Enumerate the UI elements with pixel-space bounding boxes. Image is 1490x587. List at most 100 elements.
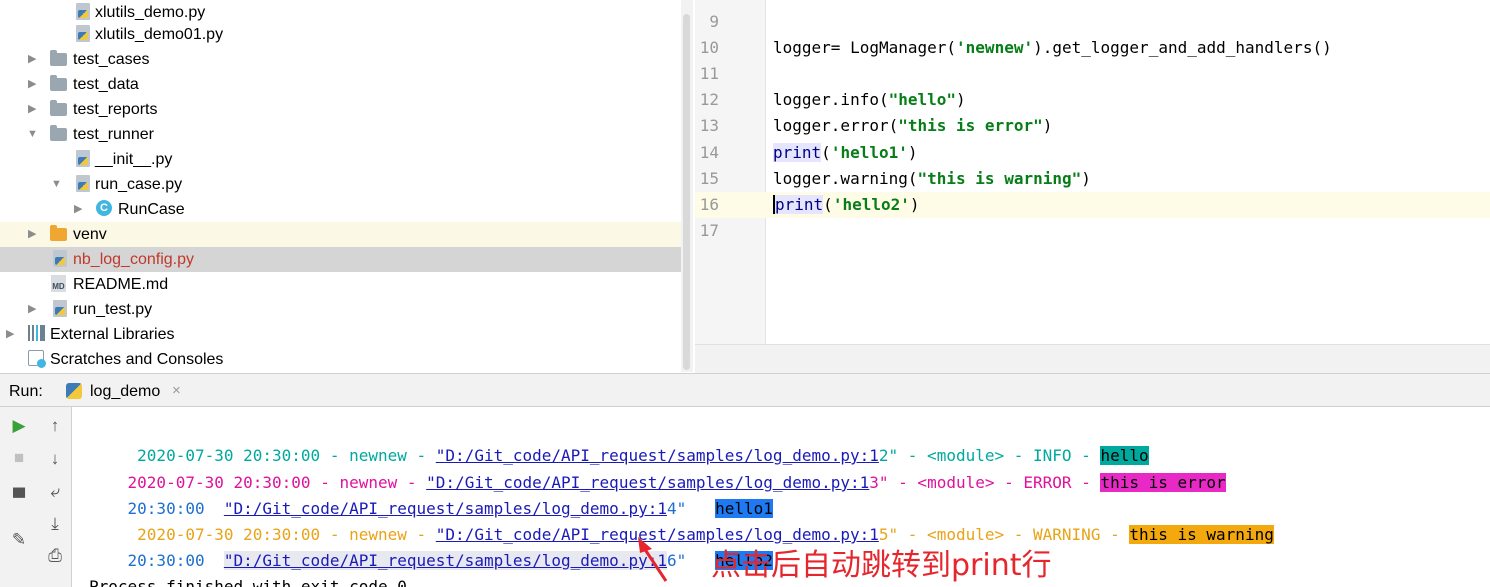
run-label: Run: — [9, 383, 43, 400]
log-message: this is error — [1100, 473, 1226, 492]
tree-item-label: run_case.py — [95, 176, 183, 193]
annotation-text: 点击后自动跳转到print行 — [711, 548, 1052, 583]
run-toolbar: ▶ ■ ▀ ✎ ↑ ↓ ⤶ ⤓ ⎙ — [0, 407, 72, 587]
code-line[interactable]: 12 logger.info("hello") — [695, 87, 1490, 113]
libraries-icon — [28, 325, 46, 343]
tree-item-label: run_test.py — [73, 301, 153, 318]
code-text: print('hello2') — [773, 195, 920, 214]
expand-arrow-icon[interactable]: ▶ — [28, 77, 40, 91]
tree-item-init[interactable]: __init__.py — [0, 147, 693, 172]
tree-item-label: External Libraries — [50, 326, 175, 343]
line-number: 10 — [699, 38, 719, 57]
rerun-icon[interactable]: ▶ — [8, 415, 30, 437]
line-number: 12 — [699, 90, 719, 109]
tree-item-label: test_runner — [73, 126, 154, 143]
expand-arrow-icon[interactable]: ▶ — [28, 52, 40, 66]
close-icon[interactable]: × — [172, 382, 181, 399]
scroll-down-icon[interactable]: ↓ — [44, 448, 66, 470]
tree-item-xlutils-demo01[interactable]: xlutils_demo01.py — [0, 22, 693, 47]
code-text: print('hello1') — [773, 143, 918, 162]
tree-item-label: xlutils_demo.py — [95, 4, 206, 21]
console-line-print: 20:30:00 "D:/Git_code/API_request/sample… — [89, 473, 773, 518]
project-tree: xlutils_demo.py xlutils_demo01.py ▶ test… — [0, 0, 693, 372]
editor-breadcrumb-bar — [695, 344, 1490, 373]
source-link-hovered[interactable]: "D:/Git_code/API_request/samples/log_dem… — [223, 551, 667, 570]
code-line[interactable]: 10 logger= LogManager('newnew').get_logg… — [695, 35, 1490, 61]
soft-wrap-icon[interactable]: ⤶ — [44, 481, 66, 503]
tree-item-test-reports[interactable]: ▶ test_reports — [0, 97, 693, 122]
folder-icon — [50, 75, 68, 93]
tree-item-readme[interactable]: MD README.md — [0, 272, 693, 297]
tree-item-label: RunCase — [118, 201, 185, 218]
tree-item-run-case[interactable]: ▼ run_case.py — [0, 172, 693, 197]
log-message: this is warning — [1129, 525, 1274, 544]
tree-item-label: test_reports — [73, 101, 158, 118]
expand-arrow-icon[interactable]: ▶ — [28, 227, 40, 241]
python-file-icon — [76, 175, 94, 193]
line-number: 16 — [699, 195, 719, 214]
collapse-arrow-icon[interactable]: ▼ — [27, 127, 39, 141]
tree-item-label: test_cases — [73, 51, 150, 68]
tree-item-label: Scratches and Consoles — [50, 351, 224, 368]
tree-item-label: nb_log_config.py — [73, 251, 194, 268]
expand-arrow-icon[interactable]: ▶ — [74, 202, 86, 216]
expand-arrow-icon[interactable]: ▶ — [28, 302, 40, 316]
python-file-icon — [53, 300, 71, 318]
line-number: 17 — [699, 221, 719, 240]
print-icon[interactable]: ⎙ — [44, 545, 66, 567]
tree-scrollbar[interactable] — [681, 0, 693, 372]
code-text: logger.error("this is error") — [773, 116, 1053, 135]
log-suffix: 3" - <module> - ERROR - — [869, 473, 1101, 492]
collapse-arrow-icon[interactable]: ▼ — [51, 177, 63, 191]
console-line-error: 2020-07-30 20:30:00 - newnew - "D:/Git_c… — [89, 447, 1226, 492]
scratches-icon — [28, 350, 46, 368]
tree-item-label: xlutils_demo01.py — [95, 26, 224, 43]
folder-icon — [50, 100, 68, 118]
tree-item-label: README.md — [73, 276, 169, 293]
scrollbar-thumb[interactable] — [683, 14, 690, 370]
python-file-icon — [76, 150, 94, 168]
console-line-warning: 2020-07-30 20:30:00 - newnew - "D:/Git_c… — [89, 499, 1274, 544]
line-number: 14 — [699, 143, 719, 162]
code-line[interactable]: 11 — [695, 61, 1490, 87]
excluded-folder-icon — [50, 225, 68, 243]
pin-icon[interactable]: ✎ — [8, 529, 30, 551]
scroll-to-end-icon[interactable]: ⤓ — [44, 513, 66, 535]
process-finished-line: Process finished with exit code 0 — [89, 577, 407, 587]
expand-arrow-icon[interactable]: ▶ — [28, 102, 40, 116]
tree-item-run-test[interactable]: ▶ run_test.py — [0, 297, 693, 322]
tree-item-test-data[interactable]: ▶ test_data — [0, 72, 693, 97]
layout-icon[interactable]: ▀ — [8, 487, 30, 509]
tree-item-external-libraries[interactable]: ▶ External Libraries — [0, 322, 693, 347]
code-text: logger.warning("this is warning") — [773, 169, 1091, 188]
tree-item-runcase-class[interactable]: ▶ C RunCase — [0, 197, 693, 222]
code-line[interactable]: 17 — [695, 218, 1490, 244]
line-number: 11 — [699, 64, 719, 83]
arrow-head — [638, 537, 652, 553]
tree-item-venv[interactable]: ▶ venv — [0, 222, 693, 247]
python-icon — [66, 383, 82, 399]
tree-item-scratches[interactable]: Scratches and Consoles — [0, 347, 693, 372]
tree-item-nb-log-config[interactable]: nb_log_config.py — [0, 247, 693, 272]
run-tab-log-demo[interactable]: log_demo × — [56, 374, 196, 407]
code-line[interactable]: 15 logger.warning("this is warning") — [695, 166, 1490, 192]
code-line[interactable]: 14 print('hello1') — [695, 140, 1490, 166]
tree-item-test-runner[interactable]: ▼ test_runner — [0, 122, 693, 147]
tree-item-label: test_data — [73, 76, 139, 93]
code-editor[interactable]: 9 10 logger= LogManager('newnew').get_lo… — [695, 0, 1490, 373]
code-line[interactable]: 13 logger.error("this is error") — [695, 113, 1490, 139]
console-line-info: 2020-07-30 20:30:00 - newnew - "D:/Git_c… — [89, 420, 1149, 465]
tree-item-label: __init__.py — [95, 151, 173, 168]
class-icon: C — [96, 200, 114, 218]
markdown-file-icon: MD — [51, 275, 69, 293]
scroll-up-icon[interactable]: ↑ — [44, 415, 66, 437]
folder-icon — [50, 50, 68, 68]
expand-arrow-icon[interactable]: ▶ — [6, 327, 18, 341]
stop-icon[interactable]: ■ — [8, 447, 30, 469]
tree-item-test-cases[interactable]: ▶ test_cases — [0, 47, 693, 72]
code-line-current[interactable]: 16 print('hello2') — [695, 192, 1490, 218]
code-line[interactable]: 9 — [695, 9, 1490, 35]
python-file-icon — [53, 250, 71, 268]
line-number: 13 — [699, 116, 719, 135]
code-text: logger= LogManager('newnew').get_logger_… — [773, 38, 1332, 57]
